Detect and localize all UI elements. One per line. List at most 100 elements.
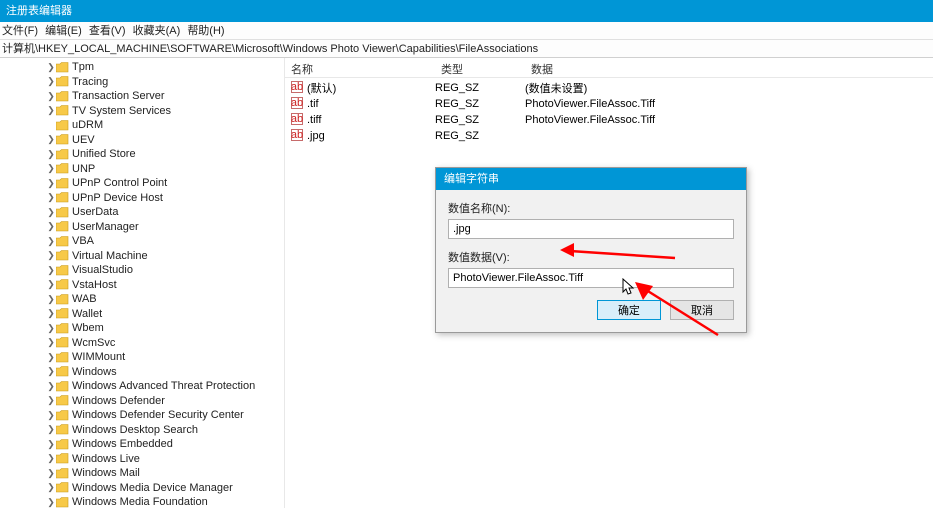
value-name-label: 数值名称(N): <box>448 200 734 216</box>
menu-view[interactable]: 查看(V) <box>89 25 126 37</box>
tree-node[interactable]: ❯Wbem <box>0 321 284 336</box>
tree-node[interactable]: ❯Windows Media Foundation <box>0 495 284 508</box>
tree-node[interactable]: ❯Windows Advanced Threat Protection <box>0 379 284 394</box>
tree-toggle-icon[interactable]: ❯ <box>46 250 56 261</box>
tree-node[interactable]: ❯Tracing <box>0 75 284 90</box>
tree-toggle-icon[interactable]: ❯ <box>46 424 56 435</box>
menu-file[interactable]: 文件(F) <box>2 25 38 37</box>
tree-node-label: UserManager <box>72 221 139 233</box>
tree-toggle-icon[interactable]: ❯ <box>46 221 56 232</box>
tree-toggle-icon[interactable]: ❯ <box>46 265 56 276</box>
col-name[interactable]: 名称 <box>285 58 435 77</box>
tree-toggle-icon[interactable]: ❯ <box>46 207 56 218</box>
value-data-input[interactable] <box>448 268 734 288</box>
tree-node[interactable]: ❯Windows Defender <box>0 394 284 409</box>
tree-node-label: Windows Embedded <box>72 438 173 450</box>
tree-toggle-icon[interactable]: ❯ <box>46 236 56 247</box>
tree-toggle-icon[interactable]: ❯ <box>46 468 56 479</box>
tree-toggle-icon[interactable]: ❯ <box>46 91 56 102</box>
tree-toggle-icon[interactable]: ❯ <box>46 279 56 290</box>
tree-toggle-icon[interactable]: ❯ <box>46 163 56 174</box>
tree-node[interactable]: ❯ Windows <box>0 365 284 380</box>
value-name: .tiff <box>307 114 321 126</box>
tree-node-label: Windows Desktop Search <box>72 424 198 436</box>
tree-toggle-icon[interactable]: ❯ <box>46 410 56 421</box>
string-value-icon: ab <box>291 97 303 112</box>
tree-node-label: VstaHost <box>72 279 117 291</box>
tree-node[interactable]: ❯UPnP Device Host <box>0 191 284 206</box>
tree-node-label: TV System Services <box>72 105 171 117</box>
tree-node[interactable]: ❯ Windows Embedded <box>0 437 284 452</box>
tree-toggle-icon[interactable]: ❯ <box>46 439 56 450</box>
tree-node[interactable]: ❯Transaction Server <box>0 89 284 104</box>
tree-node[interactable]: ❯ Windows Desktop Search <box>0 423 284 438</box>
tree-toggle-icon[interactable]: ❯ <box>46 149 56 160</box>
tree-node-label: WIMMount <box>72 351 125 363</box>
value-row[interactable]: ab(默认)REG_SZ(数值未设置) <box>285 80 933 96</box>
tree-toggle-icon[interactable]: ❯ <box>46 453 56 464</box>
address-bar[interactable]: 计算机\HKEY_LOCAL_MACHINE\SOFTWARE\Microsof… <box>0 40 933 58</box>
tree-toggle-icon[interactable]: ❯ <box>46 381 56 392</box>
tree-node[interactable]: ❯ TV System Services <box>0 104 284 119</box>
value-type: REG_SZ <box>435 98 525 110</box>
tree-node[interactable]: ❯UEV <box>0 133 284 148</box>
tree-node-label: VisualStudio <box>72 264 133 276</box>
tree-toggle-icon[interactable]: ❯ <box>46 76 56 87</box>
menu-edit[interactable]: 编辑(E) <box>45 25 82 37</box>
tree-node[interactable]: ❯WAB <box>0 292 284 307</box>
tree-node[interactable]: ❯Wallet <box>0 307 284 322</box>
tree-toggle-icon[interactable]: ❯ <box>46 366 56 377</box>
tree-toggle-icon[interactable]: ❯ <box>46 134 56 145</box>
col-type[interactable]: 类型 <box>435 58 525 77</box>
tree-node[interactable]: ❯ VBA <box>0 234 284 249</box>
tree-node[interactable]: ❯ UserManager <box>0 220 284 235</box>
tree-node[interactable]: ❯Windows Live <box>0 452 284 467</box>
registry-tree[interactable]: ❯Tpm❯Tracing❯Transaction Server❯TV Syste… <box>0 58 285 508</box>
tree-node-label: uDRM <box>72 119 103 131</box>
tree-toggle-icon[interactable]: ❯ <box>46 178 56 189</box>
value-name: .tif <box>307 98 319 110</box>
ok-button[interactable]: 确定 <box>597 300 661 320</box>
value-data: PhotoViewer.FileAssoc.Tiff <box>525 114 933 126</box>
tree-toggle-icon[interactable]: ❯ <box>46 497 56 508</box>
tree-toggle-icon[interactable]: ❯ <box>46 352 56 363</box>
col-data[interactable]: 数据 <box>525 58 933 77</box>
tree-node-label: Windows <box>72 366 117 378</box>
tree-node-label: Unified Store <box>72 148 136 160</box>
tree-toggle-icon[interactable]: ❯ <box>46 323 56 334</box>
tree-node[interactable]: ❯Tpm <box>0 60 284 75</box>
tree-node[interactable]: ❯ WIMMount <box>0 350 284 365</box>
tree-toggle-icon[interactable]: ❯ <box>46 105 56 116</box>
value-row[interactable]: ab.tiffREG_SZPhotoViewer.FileAssoc.Tiff <box>285 112 933 128</box>
menu-help[interactable]: 帮助(H) <box>187 25 224 37</box>
tree-toggle-icon[interactable]: ❯ <box>46 337 56 348</box>
tree-toggle-icon[interactable]: ❯ <box>46 62 56 73</box>
tree-toggle-icon[interactable]: ❯ <box>46 294 56 305</box>
value-type: REG_SZ <box>435 82 525 94</box>
tree-node[interactable]: ❯UNP <box>0 162 284 177</box>
cancel-button[interactable]: 取消 <box>670 300 734 320</box>
tree-toggle-icon[interactable]: ❯ <box>46 482 56 493</box>
tree-toggle-icon[interactable]: ❯ <box>46 308 56 319</box>
tree-node[interactable]: ❯Windows Defender Security Center <box>0 408 284 423</box>
tree-node[interactable]: ❯ VisualStudio <box>0 263 284 278</box>
tree-node[interactable]: ❯WcmSvc <box>0 336 284 351</box>
tree-node[interactable]: ❯ VstaHost <box>0 278 284 293</box>
value-type: REG_SZ <box>435 130 525 142</box>
tree-node[interactable]: ❯ Unified Store <box>0 147 284 162</box>
tree-node[interactable]: ❯Windows Mail <box>0 466 284 481</box>
menu-favorites[interactable]: 收藏夹(A) <box>133 25 181 37</box>
tree-toggle-icon[interactable]: ❯ <box>46 192 56 203</box>
tree-node-label: Windows Media Device Manager <box>72 482 233 494</box>
tree-node[interactable]: ❯UPnP Control Point <box>0 176 284 191</box>
tree-node[interactable]: ❯ Windows Media Device Manager <box>0 481 284 496</box>
tree-node-label: VBA <box>72 235 94 247</box>
value-row[interactable]: ab.jpgREG_SZ <box>285 128 933 144</box>
list-header: 名称 类型 数据 <box>285 58 933 78</box>
tree-node[interactable]: ❯Virtual Machine <box>0 249 284 264</box>
tree-node[interactable]: ❯UserData <box>0 205 284 220</box>
value-name-input[interactable] <box>448 219 734 239</box>
value-row[interactable]: ab.tifREG_SZPhotoViewer.FileAssoc.Tiff <box>285 96 933 112</box>
tree-toggle-icon[interactable]: ❯ <box>46 395 56 406</box>
tree-node[interactable]: uDRM <box>0 118 284 133</box>
